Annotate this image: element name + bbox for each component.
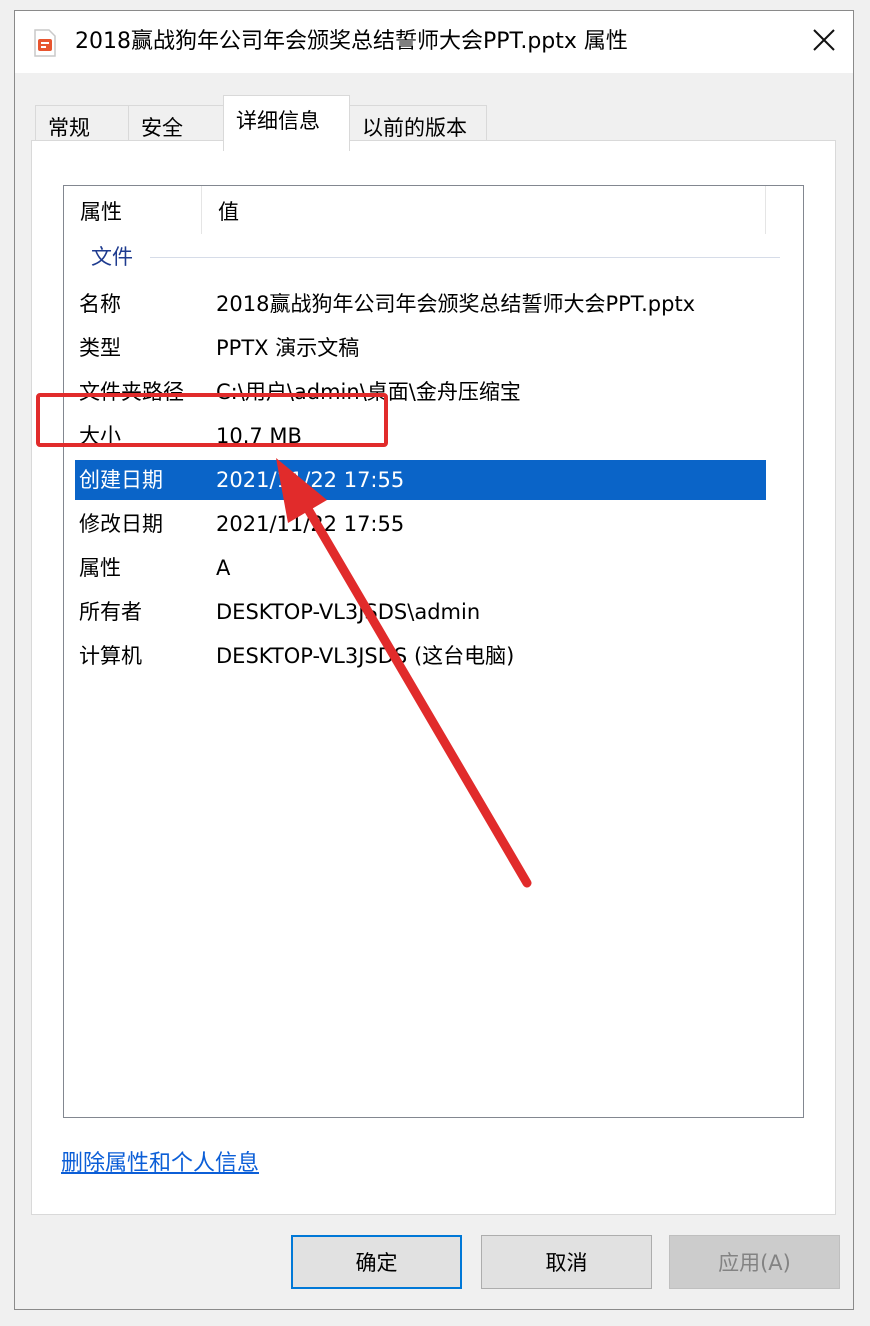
- property-value: 2021/11/22 17:55: [216, 468, 405, 492]
- group-label: 文件: [91, 245, 133, 269]
- tab-details[interactable]: 详细信息: [223, 95, 350, 151]
- properties-dialog: 2018赢战狗年公司年会颁奖总结誓师大会PPT.pptx 属性 常规 安全 详细…: [14, 10, 854, 1310]
- group-divider: [150, 257, 780, 258]
- cancel-button[interactable]: 取消: [481, 1235, 652, 1289]
- ok-button[interactable]: 确定: [291, 1235, 462, 1289]
- table-row-selected[interactable]: 创建日期 2021/11/22 17:55: [75, 460, 766, 500]
- group-header-file: 文件: [64, 242, 780, 272]
- table-row[interactable]: 计算机 DESKTOP-VL3JSDS (这台电脑): [75, 636, 766, 676]
- table-row[interactable]: 所有者 DESKTOP-VL3JSDS\admin: [75, 592, 766, 632]
- property-name: 计算机: [79, 644, 142, 668]
- property-list[interactable]: 属性 值 文件 名称 2018赢战狗年公司年会颁奖总结誓师大会PPT.pptx …: [63, 185, 804, 1118]
- table-row[interactable]: 属性 A: [75, 548, 766, 588]
- property-name: 修改日期: [79, 512, 163, 536]
- property-value: DESKTOP-VL3JSDS\admin: [216, 600, 481, 624]
- property-name: 所有者: [79, 600, 142, 624]
- property-value: DESKTOP-VL3JSDS (这台电脑): [216, 644, 515, 668]
- column-header-property[interactable]: 属性: [64, 186, 202, 234]
- property-name: 属性: [79, 556, 121, 580]
- list-header: 属性 值: [64, 186, 766, 234]
- property-value: 2021/11/22 17:55: [216, 512, 405, 536]
- annotation-highlight-box: [36, 393, 388, 447]
- property-value: PPTX 演示文稿: [216, 336, 360, 360]
- apply-button[interactable]: 应用(A): [669, 1235, 840, 1289]
- details-panel: 属性 值 文件 名称 2018赢战狗年公司年会颁奖总结誓师大会PPT.pptx …: [31, 140, 836, 1215]
- title-bar: 2018赢战狗年公司年会颁奖总结誓师大会PPT.pptx 属性: [15, 11, 853, 73]
- remove-properties-link[interactable]: 删除属性和个人信息: [61, 1145, 259, 1177]
- property-name: 名称: [79, 292, 121, 316]
- property-name: 类型: [79, 336, 121, 360]
- property-name: 创建日期: [79, 468, 163, 492]
- property-value: 2018赢战狗年公司年会颁奖总结誓师大会PPT.pptx: [216, 292, 696, 316]
- pptx-file-icon: [34, 29, 56, 57]
- close-button[interactable]: [795, 11, 853, 69]
- window-title: 2018赢战狗年公司年会颁奖总结誓师大会PPT.pptx 属性: [75, 29, 628, 54]
- column-header-value[interactable]: 值: [202, 186, 766, 234]
- table-row[interactable]: 类型 PPTX 演示文稿: [75, 328, 766, 368]
- close-icon: [813, 29, 835, 51]
- property-value: A: [216, 556, 231, 580]
- table-row[interactable]: 修改日期 2021/11/22 17:55: [75, 504, 766, 544]
- table-row[interactable]: 名称 2018赢战狗年公司年会颁奖总结誓师大会PPT.pptx: [75, 284, 766, 324]
